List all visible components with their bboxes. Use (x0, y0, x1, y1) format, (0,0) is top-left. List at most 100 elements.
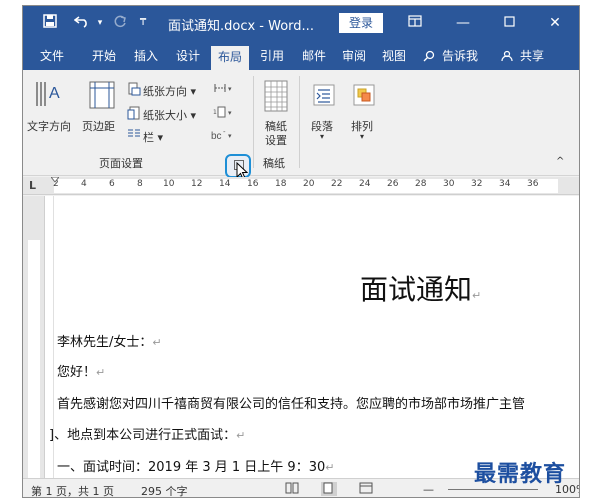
tell-me-search[interactable]: 告诉我 (437, 45, 483, 70)
arrange-icon[interactable] (353, 84, 375, 109)
ruler-number: 18 (275, 179, 287, 189)
size-icon[interactable] (127, 106, 141, 123)
ruler-number: 10 (163, 179, 175, 189)
share-button[interactable]: 共享 (515, 45, 549, 70)
margins-icon[interactable] (87, 80, 117, 113)
group-stationery-label: 稿纸 (263, 157, 285, 170)
paragraph[interactable]: 李林先生/女士：↵ (57, 331, 162, 350)
text-direction-button[interactable]: 文字方向 (27, 118, 71, 134)
first-line-indent-marker[interactable] (51, 177, 59, 185)
document-heading[interactable]: 面试通知↵ (360, 268, 481, 308)
ribbon-layout: A 文字方向 页边距 纸张方向 ▾ 纸张大小 ▾ 栏 ▾ ▾ 1 ▾ bc - ▾ (23, 70, 579, 180)
tab-file[interactable]: 文件 (37, 45, 67, 70)
maximize-icon[interactable] (497, 13, 521, 33)
columns-button[interactable]: 栏 ▾ (143, 129, 163, 145)
columns-label: 栏 (143, 131, 154, 144)
save-icon[interactable] (41, 14, 59, 32)
stationery-icon[interactable] (263, 80, 289, 115)
margins-button[interactable]: 页边距 (82, 118, 115, 134)
tab-review[interactable]: 审阅 (339, 45, 369, 70)
close-icon[interactable]: ✕ (543, 13, 567, 33)
tab-mailings[interactable]: 邮件 (299, 45, 329, 70)
share-icon[interactable] (499, 45, 515, 70)
ruler-number: 6 (109, 179, 115, 189)
customize-toolbar-icon[interactable]: ₸ (137, 14, 149, 32)
paragraph-mark: ↵ (236, 429, 246, 442)
heading-text: 面试通知 (360, 273, 473, 306)
group-divider (299, 76, 300, 168)
read-mode-icon[interactable] (285, 482, 301, 496)
text-direction-icon[interactable]: A (33, 78, 63, 113)
zoom-slider[interactable] (448, 489, 538, 490)
ruler-number: 24 (359, 179, 371, 189)
ruler-number: 14 (219, 179, 231, 189)
paragraph-text: 一、面试时间：2019 年 3 月 1 日上午 9：30 (57, 460, 326, 475)
columns-icon[interactable] (127, 128, 141, 143)
document-canvas[interactable]: 面试通知↵ 李林先生/女士：↵ 您好！↵ 首先感谢您对四川千禧商贸有限公司的信任… (45, 196, 579, 478)
tab-view[interactable]: 视图 (379, 45, 409, 70)
ruler-number: 20 (303, 179, 315, 189)
paragraph-mark: ↵ (472, 289, 482, 302)
group-divider (253, 76, 254, 168)
document-title: 面试通知.docx - Word... (168, 19, 314, 34)
page-count[interactable]: 第 1 页，共 1 页 (31, 483, 114, 497)
paragraph-mark: ↵ (325, 461, 335, 474)
ruler-number: 28 (415, 179, 427, 189)
tab-references[interactable]: 引用 (257, 45, 287, 70)
zoom-out-icon[interactable]: — (423, 483, 434, 496)
line-numbers-icon[interactable]: 1 ▾ (213, 106, 235, 121)
horizontal-ruler[interactable]: L 2 4 6 8 10 12 14 16 18 20 22 24 26 28 … (23, 177, 579, 195)
group-page-setup-label: 页面设置 (99, 157, 143, 170)
ruler-number: 22 (331, 179, 343, 189)
paragraph-mark: ↵ (152, 336, 162, 349)
vertical-ruler-text-area (28, 240, 40, 480)
paragraph[interactable]: 首先感谢您对四川千禧商贸有限公司的信任和支持。您应聘的市场部市场推广主管 (57, 393, 525, 412)
arrange-dropdown-icon[interactable]: ▾ (360, 132, 364, 141)
web-layout-icon[interactable] (359, 482, 375, 496)
svg-text:-: - (223, 128, 226, 136)
tab-insert[interactable]: 插入 (131, 45, 161, 70)
svg-text:▾: ▾ (228, 132, 232, 140)
size-label: 纸张大小 (143, 109, 187, 122)
undo-dropdown-icon[interactable]: ▾ (95, 14, 105, 32)
paragraph[interactable]: ]、地点到本公司进行正式面试：↵ (49, 424, 245, 443)
redo-icon[interactable] (111, 14, 129, 32)
tab-home[interactable]: 开始 (89, 45, 119, 70)
tab-design[interactable]: 设计 (173, 45, 203, 70)
ruler-number: 26 (387, 179, 399, 189)
size-button[interactable]: 纸张大小 ▾ (143, 107, 196, 123)
login-button[interactable]: 登录 (339, 13, 383, 33)
paragraph-text: 您好！ (57, 365, 97, 380)
print-layout-icon[interactable] (321, 482, 337, 496)
search-icon[interactable] (421, 45, 437, 70)
undo-icon[interactable] (71, 14, 93, 32)
ruler-number: 4 (81, 179, 87, 189)
svg-text:bc: bc (211, 131, 222, 142)
ribbon-display-options-icon[interactable] (403, 13, 427, 33)
breaks-icon[interactable]: ▾ (213, 82, 235, 97)
paragraph[interactable]: 一、面试时间：2019 年 3 月 1 日上午 9：30↵ (57, 456, 334, 475)
svg-text:1: 1 (213, 109, 217, 116)
ruler-number: 36 (527, 179, 539, 189)
ruler-number: 12 (191, 179, 203, 189)
minimize-icon[interactable]: — (451, 13, 475, 33)
svg-text:▾: ▾ (228, 85, 232, 93)
vertical-ruler[interactable] (23, 196, 45, 480)
title-bar: ▾ ₸ 面试通知.docx - Word... 登录 — ✕ (23, 6, 579, 40)
orientation-button[interactable]: 纸张方向 ▾ (143, 83, 196, 99)
paragraph-text: ]、地点到本公司进行正式面试： (49, 428, 237, 443)
tab-layout[interactable]: 布局 (211, 46, 249, 70)
orientation-icon[interactable] (127, 82, 141, 99)
paragraph-dropdown-icon[interactable]: ▾ (320, 132, 324, 141)
tab-selector[interactable]: L (29, 179, 36, 192)
collapse-ribbon-icon[interactable]: ^ (556, 156, 564, 167)
paragraph-text: 李林先生/女士： (57, 335, 153, 350)
paragraph-icon[interactable] (313, 84, 335, 109)
word-window: ▾ ₸ 面试通知.docx - Word... 登录 — ✕ 文件 开始 插入 … (22, 5, 580, 498)
paragraph[interactable]: 您好！↵ (57, 361, 105, 380)
ruler-number: 8 (137, 179, 143, 189)
svg-text:A: A (49, 85, 60, 102)
hyphenation-icon[interactable]: bc - ▾ (211, 128, 235, 145)
word-count[interactable]: 295 个字 (141, 483, 188, 497)
stationery-settings-line2[interactable]: 设置 (265, 132, 287, 148)
